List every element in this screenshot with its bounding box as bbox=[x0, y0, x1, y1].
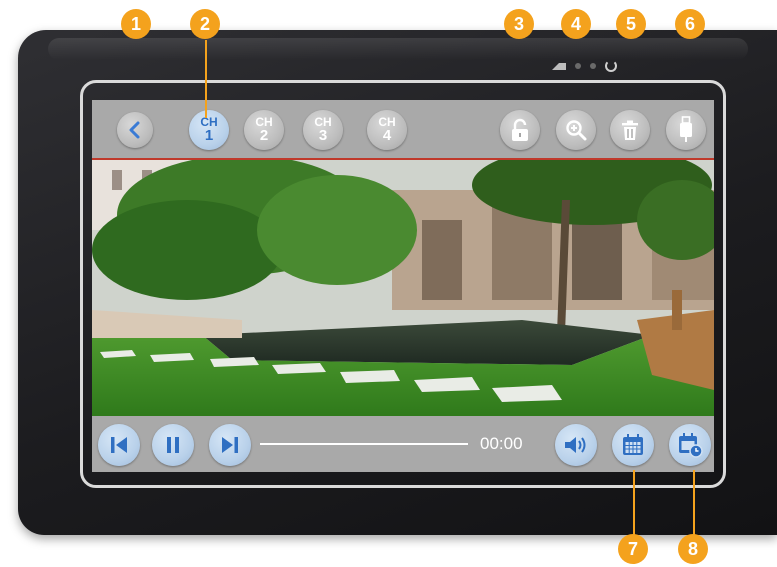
channel-1-button[interactable]: CH 1 bbox=[189, 110, 229, 150]
channel-2-label: CH 2 bbox=[255, 115, 273, 144]
callout-leader-8 bbox=[693, 470, 695, 536]
channel-4-button[interactable]: CH 4 bbox=[367, 110, 407, 150]
usb-icon bbox=[680, 116, 692, 142]
delete-button[interactable] bbox=[610, 110, 650, 150]
calendar-button[interactable] bbox=[612, 424, 654, 466]
lock-icon bbox=[512, 118, 528, 141]
next-button[interactable] bbox=[209, 424, 251, 466]
indicator-led bbox=[590, 63, 596, 69]
previous-button[interactable] bbox=[98, 424, 140, 466]
callout-badge-4: 4 bbox=[561, 9, 591, 39]
playback-time: 00:00 bbox=[480, 434, 523, 453]
schedule-calendar-icon bbox=[679, 433, 703, 458]
callout-badge-5: 5 bbox=[616, 9, 646, 39]
channel-1-label: CH 1 bbox=[200, 115, 218, 144]
zoom-button[interactable] bbox=[556, 110, 596, 150]
trash-icon bbox=[622, 120, 638, 140]
camera-video-frame bbox=[92, 160, 714, 416]
pause-button[interactable] bbox=[152, 424, 194, 466]
back-chevron-icon bbox=[129, 121, 140, 139]
callout-badge-3: 3 bbox=[504, 9, 534, 39]
volume-icon bbox=[565, 437, 586, 453]
usb-button[interactable] bbox=[666, 110, 706, 150]
schedule-button[interactable] bbox=[669, 424, 711, 466]
playback-progress-slider[interactable] bbox=[260, 443, 468, 445]
callout-badge-8: 8 bbox=[678, 534, 708, 564]
channel-3-label: CH 3 bbox=[314, 115, 332, 144]
callout-badge-6: 6 bbox=[675, 9, 705, 39]
zoom-in-icon bbox=[566, 120, 587, 141]
device-highlight bbox=[48, 38, 748, 60]
callout-badge-1: 1 bbox=[121, 9, 151, 39]
channel-3-button[interactable]: CH 3 bbox=[303, 110, 343, 150]
top-toolbar: CH 1 CH 2 CH 3 CH 4 bbox=[92, 100, 714, 160]
channel-4-label: CH 4 bbox=[378, 115, 396, 144]
power-icon bbox=[605, 60, 617, 72]
callout-badge-7: 7 bbox=[618, 534, 648, 564]
lock-button[interactable] bbox=[500, 110, 540, 150]
callout-leader-2 bbox=[205, 40, 207, 118]
back-button[interactable] bbox=[117, 112, 153, 148]
calendar-icon bbox=[623, 434, 643, 455]
pause-icon bbox=[167, 437, 179, 453]
signal-icon bbox=[552, 62, 566, 70]
callout-badge-2: 2 bbox=[190, 9, 220, 39]
next-icon bbox=[222, 437, 238, 453]
previous-icon bbox=[111, 437, 127, 453]
status-indicators bbox=[552, 60, 617, 72]
indicator-led bbox=[575, 63, 581, 69]
channel-2-button[interactable]: CH 2 bbox=[244, 110, 284, 150]
screen: CH 1 CH 2 CH 3 CH 4 00:00 bbox=[92, 100, 714, 472]
callout-leader-7 bbox=[633, 470, 635, 536]
playback-toolbar: 00:00 bbox=[92, 416, 714, 472]
volume-button[interactable] bbox=[555, 424, 597, 466]
